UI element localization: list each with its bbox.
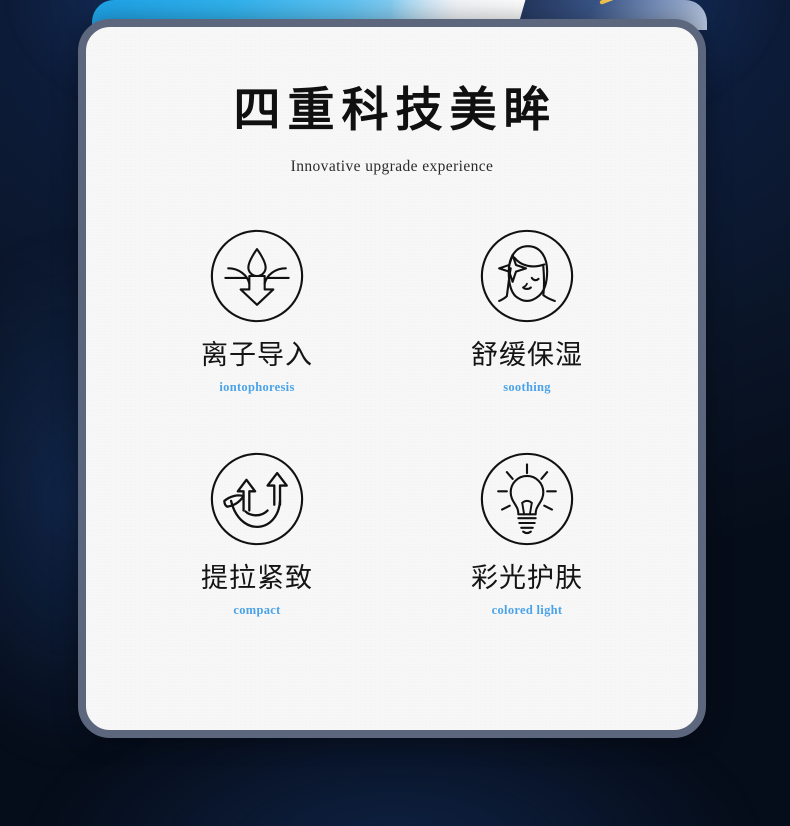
- feature-item-compact[interactable]: 提拉紧致 compact: [122, 451, 392, 617]
- feature-item-iontophoresis[interactable]: 离子导入 iontophoresis: [122, 228, 392, 394]
- feature-item-colored-light[interactable]: 彩光护肤 colored light: [392, 451, 662, 617]
- face-lift-arrows-icon: [209, 451, 305, 547]
- droplet-down-arrow-icon: [209, 228, 305, 324]
- feature-label-en: soothing: [503, 379, 551, 394]
- feature-grid: 离子导入 iontophoresis 舒缓保湿 soothing 提拉紧致 co…: [122, 228, 662, 617]
- feature-label-cn: 提拉紧致: [201, 563, 313, 595]
- woman-face-sparkle-icon: [479, 228, 575, 324]
- feature-card: 四重科技美眸 Innovative upgrade experience 离子导…: [78, 19, 706, 738]
- page-subtitle: Innovative upgrade experience: [290, 157, 494, 175]
- light-bulb-rays-icon: [479, 451, 575, 547]
- promo-page: 四重科技美眸 Innovative upgrade experience 离子导…: [0, 0, 790, 826]
- feature-label-cn: 彩光护肤: [471, 563, 583, 595]
- page-title: 四重科技美眸: [233, 83, 558, 138]
- feature-label-cn: 舒缓保湿: [471, 339, 583, 371]
- feature-label-en: compact: [233, 603, 281, 618]
- feature-label-cn: 离子导入: [201, 339, 313, 371]
- feature-item-soothing[interactable]: 舒缓保湿 soothing: [392, 228, 662, 394]
- feature-label-en: iontophoresis: [219, 379, 295, 394]
- feature-label-en: colored light: [491, 603, 563, 618]
